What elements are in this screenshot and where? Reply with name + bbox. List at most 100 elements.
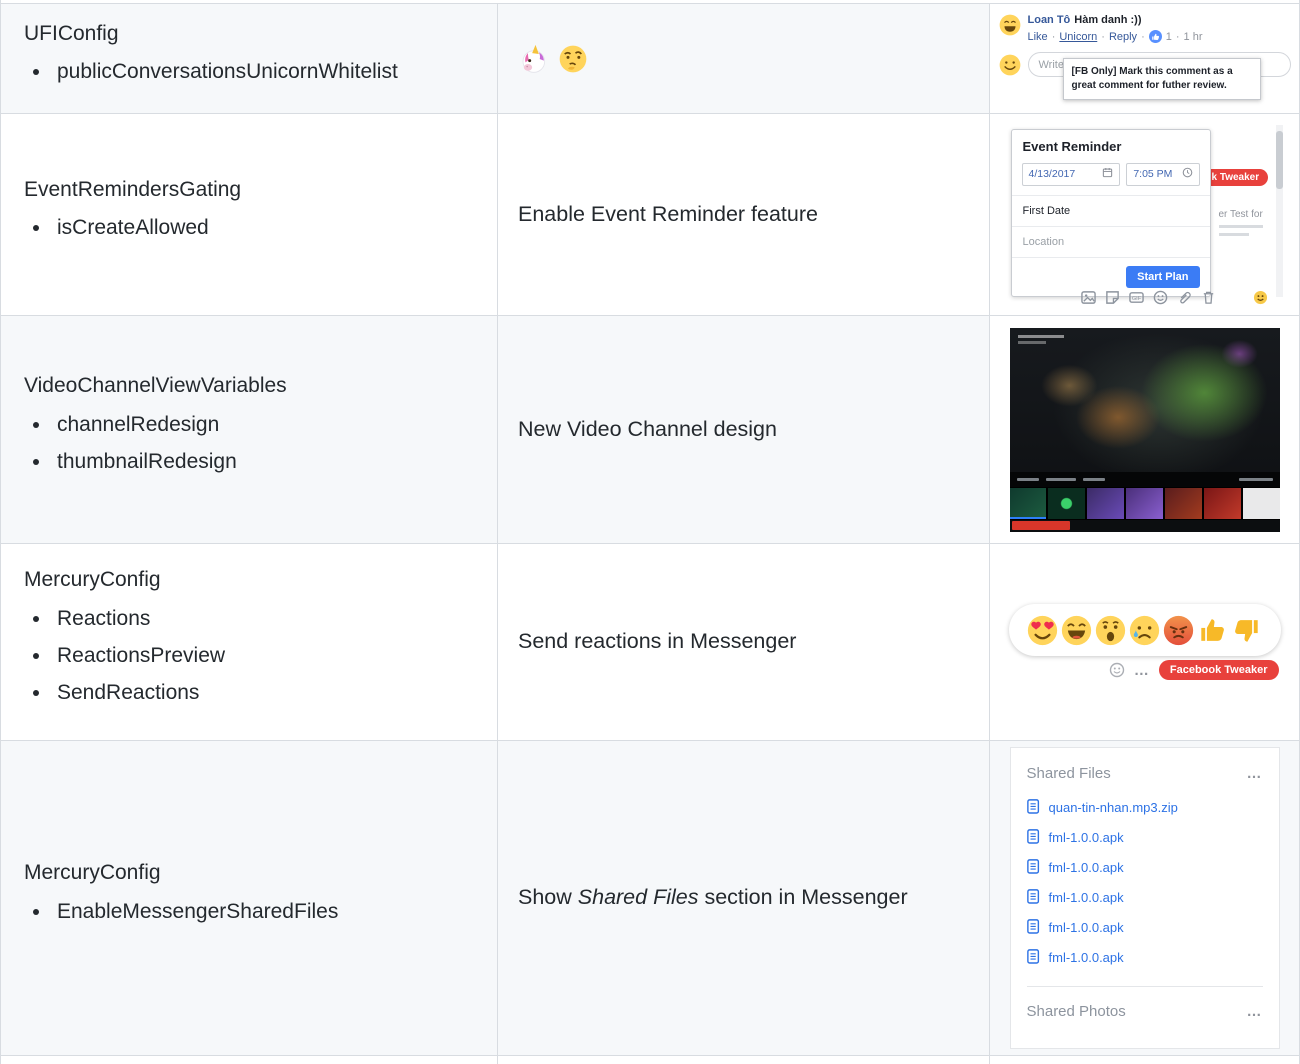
video-thumbnail[interactable] — [1048, 487, 1086, 519]
dialog-title: Event Reminder — [1022, 138, 1122, 154]
table-row: UFIConfig publicConversationsUnicornWhit… — [1, 4, 1299, 114]
video-thumbnail[interactable] — [1164, 487, 1202, 519]
sad-reaction-icon[interactable] — [1129, 615, 1160, 646]
shared-files-screenshot: Shared Files … quan-tin-nhan.mp3.zip fml… — [1009, 747, 1280, 1049]
comment-author-link[interactable]: Loan Tô — [1028, 14, 1071, 26]
unicorn-icon — [518, 44, 548, 74]
cell-description: Send reactions in Messenger — [498, 544, 990, 740]
file-link[interactable]: fml-1.0.0.apk — [1049, 920, 1124, 935]
emoji-icon[interactable] — [1153, 290, 1168, 305]
video-thumbnail[interactable] — [1087, 487, 1125, 519]
start-plan-button[interactable]: Start Plan — [1126, 265, 1200, 288]
video-thumbnail[interactable] — [1242, 487, 1280, 519]
cell-screenshot — [990, 316, 1299, 543]
location-input[interactable]: Location — [1011, 227, 1210, 258]
tweaker-badge: k Tweaker — [1202, 168, 1269, 186]
gif-icon[interactable]: GIF — [1128, 290, 1144, 305]
sticker-icon[interactable] — [1105, 290, 1120, 305]
datetime-row: 4/13/2017 7:05 PM — [1011, 161, 1210, 196]
file-icon — [1026, 919, 1041, 935]
more-options-icon[interactable]: … — [1247, 766, 1263, 781]
like-label-bar — [1016, 477, 1039, 481]
more-options-icon[interactable]: … — [1247, 1004, 1263, 1019]
feature-description: New Video Channel design — [518, 416, 777, 441]
feature-description: Enable Event Reminder feature — [518, 201, 818, 226]
angry-reaction-icon[interactable] — [1163, 615, 1194, 646]
side-placeholder-bar — [1218, 224, 1263, 228]
yellow-smiley-icon[interactable] — [1253, 290, 1268, 305]
scrollbar-thumb[interactable] — [1275, 130, 1283, 189]
cell-description — [498, 1056, 990, 1064]
config-property: EnableMessengerSharedFiles — [52, 900, 338, 924]
video-channel-screenshot — [1009, 327, 1280, 532]
laughing-avatar-icon — [999, 14, 1021, 36]
paperclip-icon[interactable] — [1177, 290, 1192, 305]
cell-config: VideoChannelViewVariables channelRedesig… — [1, 316, 498, 543]
fb-only-tooltip: [FB Only] Mark this comment as a great c… — [1062, 58, 1261, 100]
config-properties: publicConversationsUnicornWhitelist — [24, 60, 398, 84]
config-properties: Reactions ReactionsPreview SendReactions — [24, 607, 225, 705]
haha-reaction-icon[interactable] — [1061, 615, 1092, 646]
progress-bar — [1009, 516, 1047, 519]
divider — [1026, 986, 1263, 987]
cell-screenshot: … Facebook Tweaker — [990, 544, 1299, 740]
config-property: publicConversationsUnicornWhitelist — [52, 60, 398, 84]
file-link[interactable]: fml-1.0.0.apk — [1049, 890, 1124, 905]
separator: · — [1051, 30, 1056, 43]
config-name: EventRemindersGating — [24, 177, 242, 201]
config-properties: channelRedesign thumbnailRedesign — [24, 413, 287, 474]
date-input[interactable]: 4/13/2017 — [1021, 162, 1121, 186]
event-reminder-dialog: Event Reminder 4/13/2017 7:05 PM First D… — [1010, 128, 1211, 297]
file-icon — [1026, 949, 1041, 965]
like-link[interactable]: Like — [1028, 31, 1048, 43]
row-partial-bottom — [1, 1056, 1299, 1064]
smiley-avatar-icon — [999, 54, 1021, 76]
time-input[interactable]: 7:05 PM — [1126, 162, 1200, 186]
file-link[interactable]: fml-1.0.0.apk — [1049, 950, 1124, 965]
first-date-label: First Date — [1022, 204, 1071, 217]
video-player-frame — [1009, 327, 1280, 472]
wow-reaction-icon[interactable] — [1095, 615, 1126, 646]
separator: · — [1101, 30, 1105, 43]
table-row: EventRemindersGating isCreateAllowed Ena… — [1, 114, 1299, 316]
more-options-icon[interactable]: … — [1134, 663, 1150, 678]
thumbs-up-reaction-icon[interactable] — [1197, 615, 1228, 646]
file-icon — [1026, 829, 1041, 845]
facebook-comment-screenshot: Loan Tô Hàm danh :)) Like · Unicorn · Rep… — [999, 10, 1291, 107]
file-link[interactable]: fml-1.0.0.apk — [1049, 830, 1124, 845]
config-name: MercuryConfig — [24, 568, 161, 592]
separator: · — [1141, 30, 1145, 43]
shared-files-title: Shared Files — [1026, 765, 1111, 782]
list-item: fml-1.0.0.apk — [1026, 919, 1263, 935]
config-properties: EnableMessengerSharedFiles — [24, 900, 338, 924]
unicorn-link[interactable]: Unicorn — [1059, 31, 1097, 43]
heart-eyes-reaction-icon[interactable] — [1027, 615, 1058, 646]
video-thumbnail[interactable] — [1203, 487, 1241, 519]
file-icon — [1026, 799, 1041, 815]
list-item: quan-tin-nhan.mp3.zip — [1026, 799, 1263, 815]
file-link[interactable]: fml-1.0.0.apk — [1049, 860, 1124, 875]
event-reminder-screenshot: k Tweaker er Test for Event Reminder 4/1… — [1007, 124, 1283, 305]
cell-config: EventRemindersGating isCreateAllowed — [1, 114, 498, 315]
scrollbar[interactable] — [1275, 124, 1283, 297]
svg-text:GIF: GIF — [1131, 295, 1141, 301]
image-attachment-icon[interactable] — [1080, 290, 1096, 305]
video-thumbnail[interactable] — [1126, 487, 1163, 519]
file-icon — [1026, 889, 1041, 905]
trash-icon[interactable] — [1201, 290, 1216, 305]
comment-body: Loan Tô Hàm danh :)) Like · Unicorn · Rep… — [1028, 14, 1203, 43]
file-link[interactable]: quan-tin-nhan.mp3.zip — [1049, 800, 1178, 815]
list-item: fml-1.0.0.apk — [1026, 949, 1263, 965]
table-row: MercuryConfig EnableMessengerSharedFiles… — [1, 741, 1299, 1056]
emoji-picker-icon[interactable] — [1109, 662, 1125, 678]
side-placeholder-bar — [1218, 232, 1249, 236]
reactions-pill — [1008, 604, 1281, 656]
video-thumbnail[interactable] — [1009, 487, 1047, 519]
shared-photos-header: Shared Photos … — [1027, 1003, 1263, 1020]
cell-screenshot: Loan Tô Hàm danh :)) Like · Unicorn · Rep… — [990, 4, 1299, 113]
reply-link[interactable]: Reply — [1109, 31, 1137, 43]
reactions-footer: … Facebook Tweaker — [1009, 660, 1281, 680]
config-property: thumbnailRedesign — [52, 450, 287, 474]
config-property: ReactionsPreview — [52, 644, 225, 668]
thumbs-down-reaction-icon[interactable] — [1231, 615, 1262, 646]
